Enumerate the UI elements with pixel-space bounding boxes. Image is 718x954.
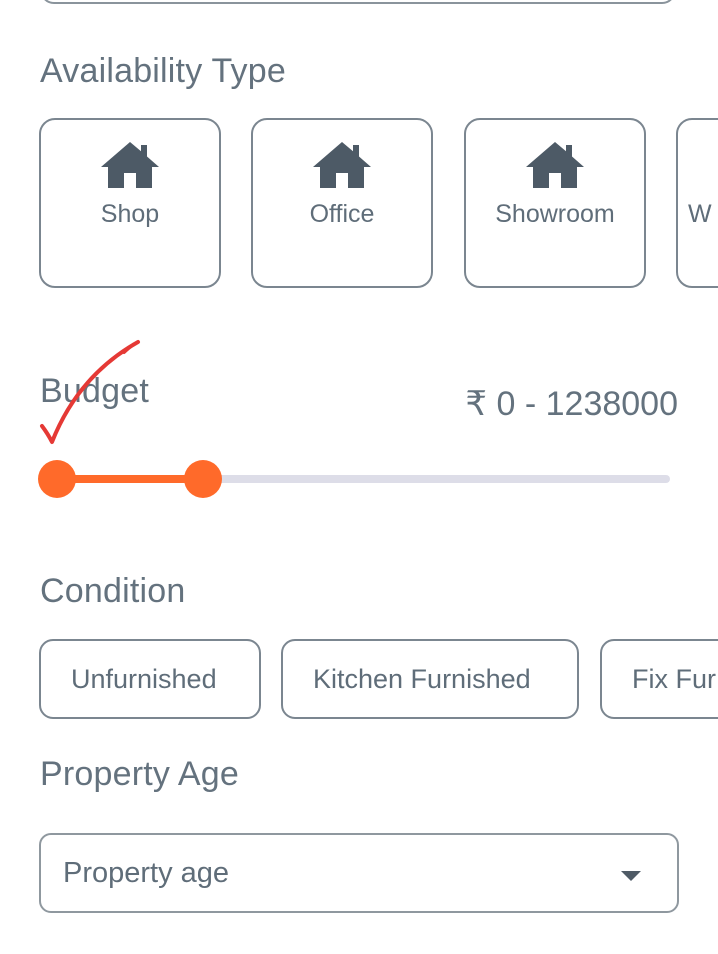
availability-option-office[interactable]: Office (251, 118, 433, 288)
budget-range-slider[interactable] (38, 460, 678, 500)
property-age-dropdown[interactable]: Property age (39, 833, 679, 913)
availability-option-partial[interactable]: W (676, 118, 718, 288)
budget-range-value: ₹ 0 - 1238000 (465, 385, 678, 423)
condition-options: Unfurnished Kitchen Furnished Fix Fur (39, 639, 718, 721)
availability-option-label: Shop (100, 200, 160, 228)
house-icon (526, 142, 584, 188)
condition-option-kitchen-furnished[interactable]: Kitchen Furnished (281, 639, 579, 719)
availability-type-options: Shop Office Showroom W (39, 118, 718, 290)
condition-heading: Condition (40, 572, 186, 610)
house-icon (101, 142, 159, 188)
dropdown-caret-icon (621, 871, 641, 881)
budget-heading: Budget (40, 372, 149, 410)
slider-min-thumb[interactable] (38, 460, 76, 498)
slider-selected-range (57, 475, 204, 483)
availability-option-label: Showroom (495, 200, 615, 228)
condition-option-unfurnished[interactable]: Unfurnished (39, 639, 261, 719)
availability-type-heading: Availability Type (40, 52, 286, 90)
availability-option-showroom[interactable]: Showroom (464, 118, 646, 288)
previous-field-box[interactable] (40, 0, 676, 4)
availability-option-label: W (688, 200, 712, 228)
availability-option-shop[interactable]: Shop (39, 118, 221, 288)
availability-option-label: Office (309, 200, 375, 228)
property-age-placeholder: Property age (63, 856, 230, 889)
property-age-heading: Property Age (40, 755, 239, 793)
slider-max-thumb[interactable] (184, 460, 223, 498)
condition-option-fix-furnished[interactable]: Fix Fur (600, 639, 718, 719)
house-icon (313, 142, 371, 188)
